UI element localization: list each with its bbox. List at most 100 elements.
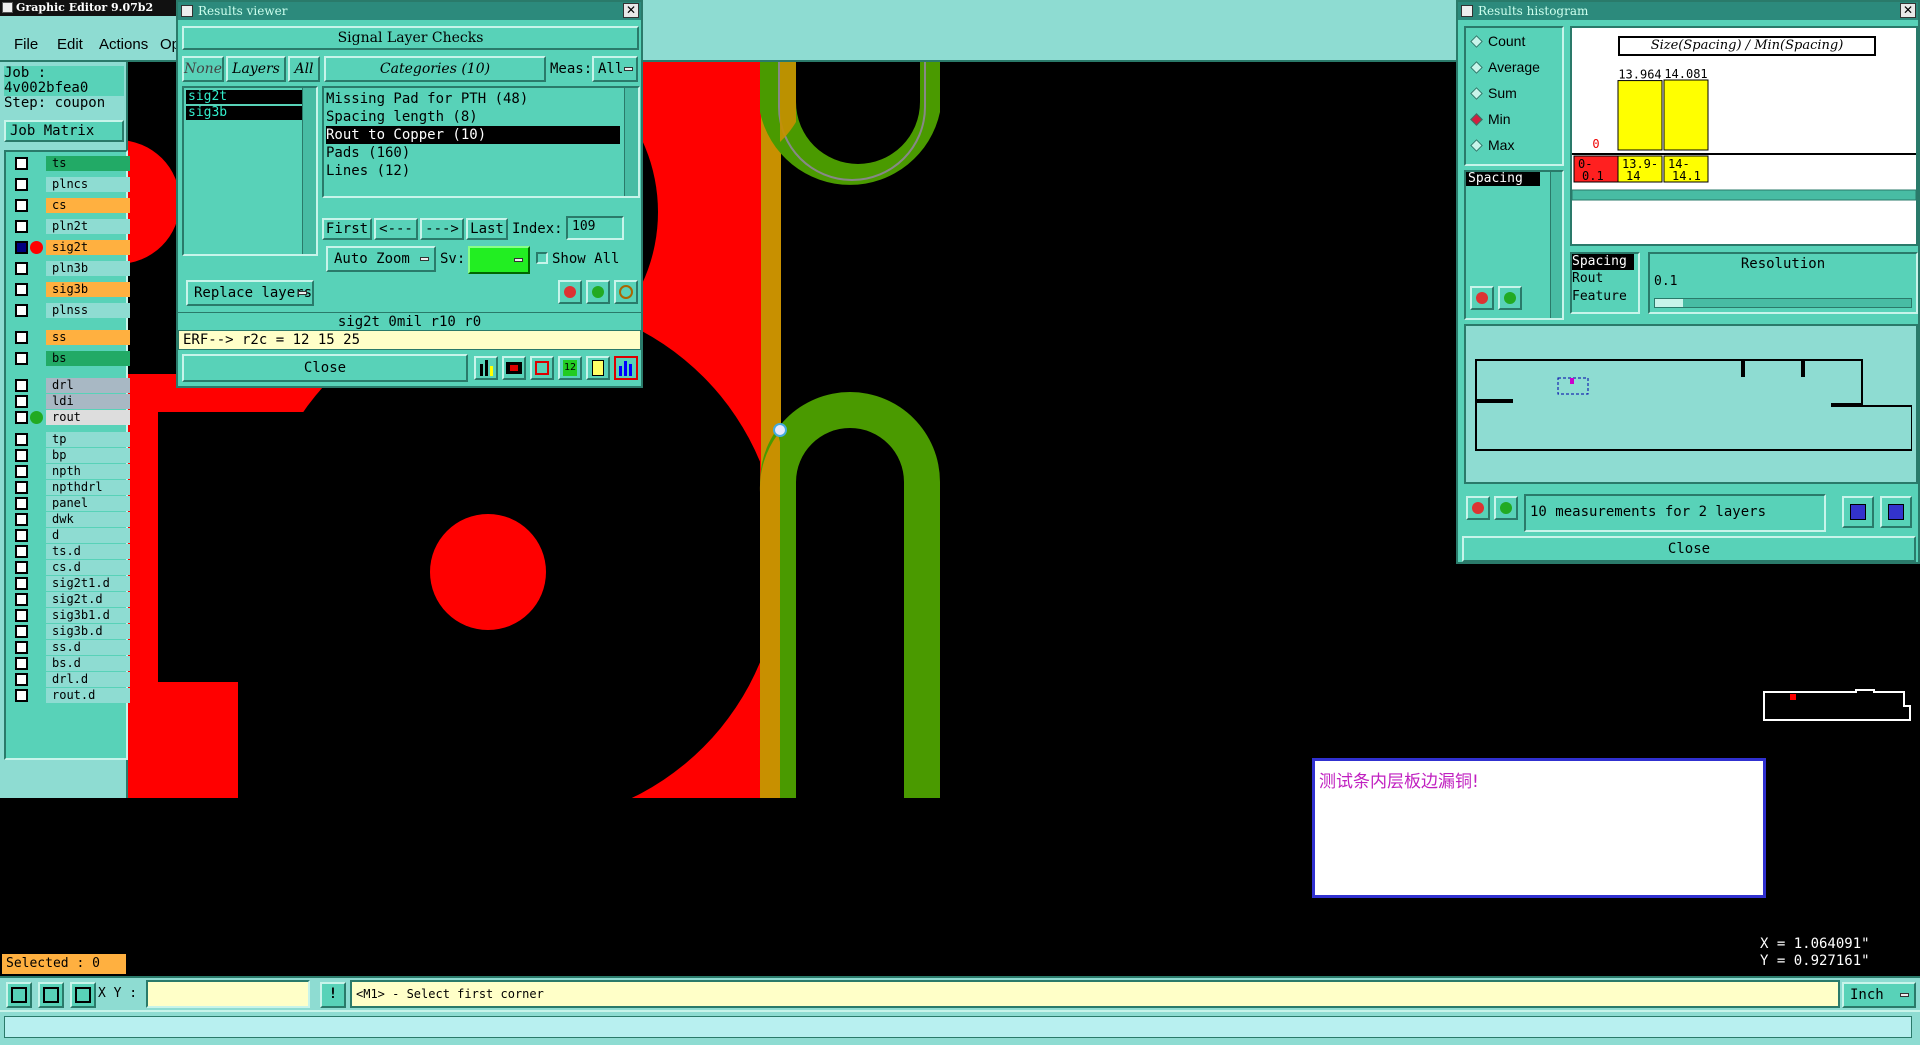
layer-checkbox[interactable]: [15, 625, 28, 638]
layer-list[interactable]: ts plncs cs pln2t sig2t pln3b sig3b plnss ss bs dr…: [4, 150, 130, 760]
option-min[interactable]: Min: [1466, 106, 1562, 132]
first-button[interactable]: First: [322, 218, 372, 240]
export-icon[interactable]: [1842, 496, 1874, 528]
index-input[interactable]: 109: [566, 216, 624, 240]
histogram-close-button[interactable]: Close: [1462, 536, 1916, 562]
close-button[interactable]: Close: [182, 354, 468, 382]
prev-button[interactable]: <---: [374, 218, 418, 240]
auto-zoom-dropdown[interactable]: Auto Zoom: [326, 246, 436, 272]
layer-row-bs-d[interactable]: bs.d: [12, 656, 130, 671]
option-sum[interactable]: Sum: [1466, 80, 1562, 106]
refresh-icon[interactable]: [1494, 496, 1518, 520]
layer-checkbox[interactable]: [15, 593, 28, 606]
layer-row-npthdrl[interactable]: npthdrl: [12, 480, 130, 495]
unit-dropdown[interactable]: Inch: [1842, 982, 1916, 1008]
layer-row-ss[interactable]: ss: [12, 330, 130, 345]
menu-actions[interactable]: Actions: [99, 36, 148, 53]
all-button[interactable]: All: [288, 56, 320, 82]
layer-checkbox[interactable]: [15, 283, 28, 296]
zoom-icon[interactable]: [38, 982, 64, 1008]
layer-row-sig2t[interactable]: sig2t: [12, 240, 130, 255]
option-max[interactable]: Max: [1466, 132, 1562, 158]
layer-row-rout-d[interactable]: rout.d: [12, 688, 130, 703]
spacing-item[interactable]: Spacing: [1466, 172, 1540, 186]
layer-checkbox[interactable]: [15, 497, 28, 510]
layer-checkbox[interactable]: [15, 561, 28, 574]
list2-item[interactable]: Feature: [1572, 288, 1638, 306]
layer-checkbox[interactable]: [15, 199, 28, 212]
layer-row-panel[interactable]: panel: [12, 496, 130, 511]
layer-row-d[interactable]: d: [12, 528, 130, 543]
layer-row-sig3b1-d[interactable]: sig3b1.d: [12, 608, 130, 623]
layer-checkbox[interactable]: [15, 220, 28, 233]
layer-result-sig3b[interactable]: sig3b: [186, 106, 314, 120]
layer-row-rout[interactable]: rout: [12, 410, 130, 425]
menu-file[interactable]: File: [14, 36, 38, 53]
xy-input[interactable]: [146, 980, 310, 1008]
layer-row-npth[interactable]: npth: [12, 464, 130, 479]
layer-row-dwk[interactable]: dwk: [12, 512, 130, 527]
menu-edit[interactable]: Edit: [57, 36, 83, 53]
layer-checkbox[interactable]: [15, 641, 28, 654]
layer-results-list[interactable]: sig2t sig3b: [182, 86, 318, 256]
exclude-icon[interactable]: [530, 356, 554, 380]
layer-row-ts-d[interactable]: ts.d: [12, 544, 130, 559]
close-window-icon[interactable]: ✕: [623, 3, 639, 18]
category-item[interactable]: Spacing length (8): [326, 108, 636, 126]
layer-checkbox[interactable]: [15, 178, 28, 191]
none-button[interactable]: None: [182, 56, 224, 82]
layer-row-ldi[interactable]: ldi: [12, 394, 130, 409]
layer-checkbox[interactable]: [15, 157, 28, 170]
layer-result-sig2t[interactable]: sig2t: [186, 90, 314, 104]
option-count[interactable]: Count: [1466, 28, 1562, 54]
spacing-list[interactable]: Spacing: [1464, 170, 1564, 320]
histogram-bar[interactable]: [1617, 80, 1663, 151]
category-item-selected[interactable]: Rout to Copper (10): [326, 126, 620, 144]
sv-color-picker[interactable]: [468, 246, 530, 274]
layer-list-scrollbar[interactable]: [302, 88, 316, 254]
histogram-bar[interactable]: [1663, 79, 1709, 151]
preview-area[interactable]: [1464, 324, 1918, 484]
layer-row-sig3b[interactable]: sig3b: [12, 282, 130, 297]
delete-icon[interactable]: [558, 280, 582, 304]
next-button[interactable]: --->: [420, 218, 464, 240]
layer-row-cs[interactable]: cs: [12, 198, 130, 213]
layer-checkbox[interactable]: [15, 657, 28, 670]
note-popup[interactable]: 测试条内层板边漏铜!: [1312, 758, 1766, 898]
layer-checkbox[interactable]: [15, 529, 28, 542]
layer-checkbox[interactable]: [15, 411, 28, 424]
grid-icon[interactable]: [70, 982, 96, 1008]
layer-checkbox[interactable]: [15, 577, 28, 590]
layer-row-pln3b[interactable]: pln3b: [12, 261, 130, 276]
list2-item-selected[interactable]: Spacing: [1572, 254, 1634, 270]
layer-checkbox[interactable]: [15, 673, 28, 686]
layer-checkbox[interactable]: [15, 241, 28, 254]
show-all-checkbox[interactable]: [536, 252, 548, 264]
pointer-icon[interactable]: [6, 982, 32, 1008]
category-item[interactable]: Lines (12): [326, 162, 636, 180]
layer-row-bs[interactable]: bs: [12, 351, 130, 366]
layer-row-sig2t-d[interactable]: sig2t.d: [12, 592, 130, 607]
layer-checkbox[interactable]: [15, 481, 28, 494]
layer-row-sig3b-d[interactable]: sig3b.d: [12, 624, 130, 639]
layer-row-bp[interactable]: bp: [12, 448, 130, 463]
option-average[interactable]: Average: [1466, 54, 1562, 80]
meas-dropdown[interactable]: All: [592, 56, 638, 82]
layer-row-tp[interactable]: tp: [12, 432, 130, 447]
layer-checkbox[interactable]: [15, 395, 28, 408]
layer-checkbox[interactable]: [15, 449, 28, 462]
layer-checkbox[interactable]: [15, 331, 28, 344]
slider-thumb[interactable]: [1655, 299, 1683, 307]
number-icon[interactable]: 12: [558, 356, 582, 380]
categories-scrollbar[interactable]: [624, 88, 638, 196]
layers-button[interactable]: Layers: [226, 56, 286, 82]
layer-checkbox[interactable]: [15, 513, 28, 526]
report-icon[interactable]: [586, 356, 610, 380]
histogram-icon[interactable]: [474, 356, 498, 380]
delete-icon[interactable]: [1470, 286, 1494, 310]
measure-type-list[interactable]: Spacing Rout Feature: [1570, 252, 1640, 314]
chart-scrollbar[interactable]: [1572, 189, 1916, 201]
layer-checkbox[interactable]: [15, 379, 28, 392]
layer-checkbox[interactable]: [15, 304, 28, 317]
spacing-scrollbar[interactable]: [1550, 172, 1562, 318]
